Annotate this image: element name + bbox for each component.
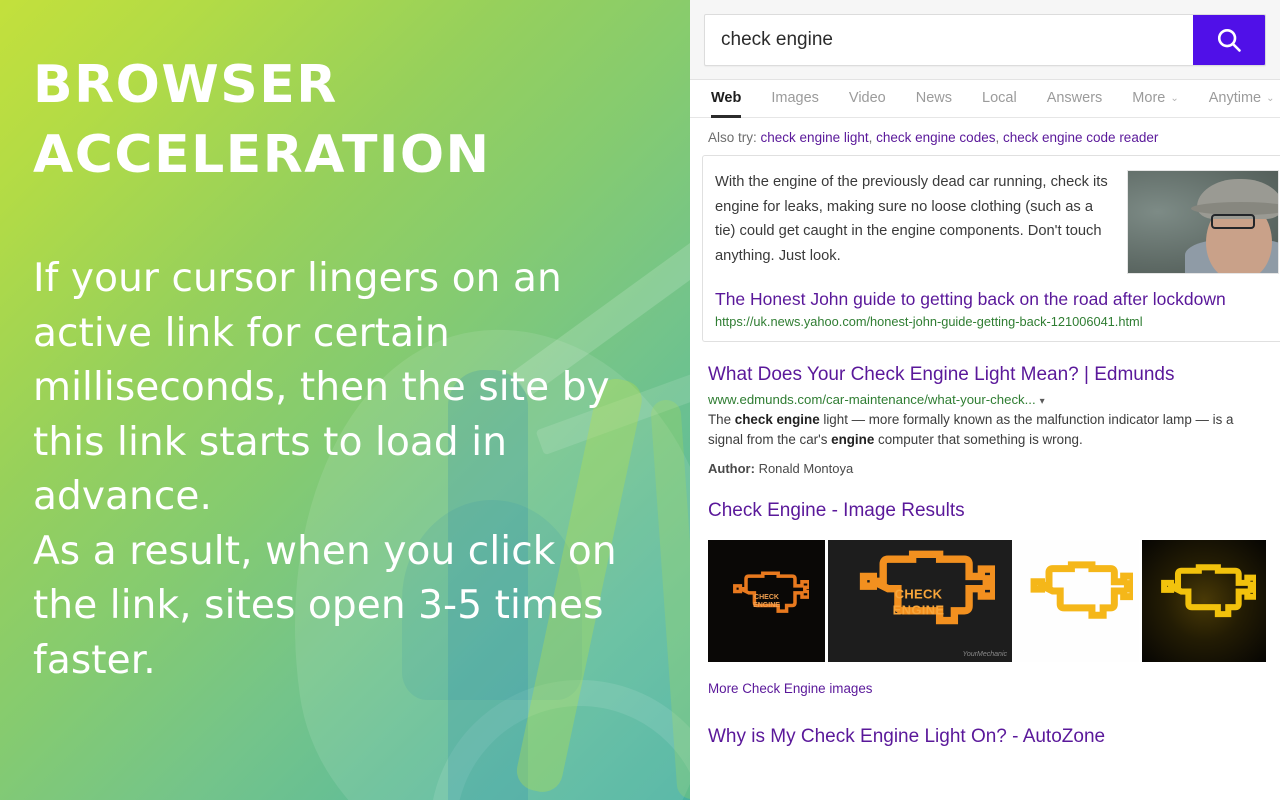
app-screen: Browser Acceleration If your cursor ling… — [0, 0, 1280, 800]
also-try-link-2[interactable]: check engine codes — [876, 130, 995, 145]
search-header — [690, 0, 1280, 80]
desc-seg-4-bold: engine — [831, 432, 875, 447]
answer-snippet-text: With the engine of the previously dead c… — [715, 174, 1108, 264]
decorative-arc-shape — [430, 680, 690, 800]
thumb-caption: CHECK ENGINE — [753, 593, 780, 610]
promo-title: Browser Acceleration — [33, 55, 491, 185]
result-url[interactable]: www.edmunds.com/car-maintenance/what-you… — [708, 392, 1264, 407]
also-try-link-1[interactable]: check engine light — [761, 130, 869, 145]
comma-separator: , — [868, 130, 877, 145]
also-try-row: Also try: check engine light, check engi… — [690, 118, 1280, 155]
also-try-label: Also try: — [708, 130, 757, 145]
result-description: The check engine light — more formally k… — [708, 410, 1264, 450]
comma-separator: , — [995, 130, 1003, 145]
web-result-edmunds: What Does Your Check Engine Light Mean? … — [690, 342, 1280, 476]
result-type-tabs[interactable]: Web Images Video News Local Answers More… — [690, 80, 1280, 118]
tab-images-label: Images — [771, 90, 819, 106]
thumb-caption: CHECK ENGINE — [892, 586, 945, 618]
result-title[interactable]: Why is My Check Engine Light On? - AutoZ… — [708, 724, 1264, 750]
check-engine-icon: CHECK ENGINE — [845, 545, 998, 658]
search-input[interactable] — [705, 15, 1193, 65]
tab-web-label: Web — [711, 90, 742, 106]
answer-result-title[interactable]: The Honest John guide to getting back on… — [715, 287, 1280, 311]
thumb-watermark: YourMechanic — [962, 651, 1007, 658]
check-engine-icon — [1021, 557, 1137, 646]
search-results-panel: Web Images Video News Local Answers More… — [690, 0, 1280, 800]
result-url-text: www.edmunds.com/car-maintenance/what-you… — [708, 392, 1036, 407]
chevron-down-icon: ⌄ — [1170, 93, 1179, 104]
author-label: Author: — [708, 461, 755, 476]
also-try-link-3[interactable]: check engine code reader — [1003, 130, 1158, 145]
image-thumb-2[interactable]: CHECK ENGINE YourMechanic — [828, 540, 1012, 662]
desc-seg-2-bold: check engine — [734, 412, 820, 427]
results-list: Also try: check engine light, check engi… — [690, 118, 1280, 800]
tab-more[interactable]: More ⌄ — [1117, 80, 1193, 117]
result-author-meta: Author: Ronald Montoya — [708, 461, 1264, 476]
tab-more-label: More — [1132, 90, 1166, 106]
check-engine-icon — [1152, 560, 1260, 643]
thumbnail-glasses — [1210, 213, 1255, 229]
image-thumbnail-row: CHECK ENGINE CHECK ENGINE YourMechanic — [708, 540, 1266, 662]
image-results-title[interactable]: Check Engine - Image Results — [708, 500, 1264, 522]
result-title[interactable]: What Does Your Check Engine Light Mean? … — [708, 362, 1264, 388]
answer-card: With the engine of the previously dead c… — [702, 155, 1280, 342]
answer-thumbnail-image[interactable] — [1127, 170, 1279, 274]
promo-content: Browser Acceleration If your cursor ling… — [0, 0, 690, 688]
tab-anytime[interactable]: Anytime ⌄ — [1194, 80, 1280, 117]
image-results-block: Check Engine - Image Results CHECK ENGIN… — [690, 476, 1280, 662]
tab-video-label: Video — [848, 90, 886, 106]
image-thumb-3[interactable] — [1015, 540, 1139, 662]
promo-panel: Browser Acceleration If your cursor ling… — [0, 0, 690, 800]
tab-news[interactable]: News — [901, 80, 967, 117]
tab-local[interactable]: Local — [967, 80, 1032, 117]
desc-seg-1: The — [708, 412, 735, 427]
tab-answers[interactable]: Answers — [1032, 80, 1118, 117]
tab-local-label: Local — [982, 90, 1017, 106]
tab-anytime-label: Anytime — [1208, 90, 1262, 106]
tab-news-label: News — [915, 90, 953, 106]
more-images-link[interactable]: More Check Engine images — [708, 681, 1280, 696]
search-icon — [1214, 25, 1244, 55]
answer-card-top: With the engine of the previously dead c… — [715, 170, 1280, 274]
promo-body-text: If your cursor lingers on an active link… — [33, 256, 617, 683]
tab-video[interactable]: Video — [834, 80, 901, 117]
image-thumb-1[interactable]: CHECK ENGINE — [708, 540, 825, 662]
tab-web[interactable]: Web — [702, 80, 756, 118]
author-name: Ronald Montoya — [758, 461, 854, 476]
web-result-autozone: Why is My Check Engine Light On? - AutoZ… — [690, 696, 1280, 750]
thumbnail-hat-brim — [1191, 201, 1278, 215]
image-thumb-4[interactable] — [1142, 540, 1266, 662]
answer-result-url: https://uk.news.yahoo.com/honest-john-gu… — [715, 314, 1143, 329]
chevron-down-icon[interactable]: ▾ — [1040, 396, 1045, 407]
chevron-down-icon: ⌄ — [1266, 93, 1275, 104]
check-engine-icon: CHECK ENGINE — [725, 568, 811, 635]
tab-images[interactable]: Images — [756, 80, 834, 117]
search-bar[interactable] — [704, 14, 1266, 66]
desc-seg-5: computer that something is wrong. — [874, 432, 1083, 447]
search-button[interactable] — [1193, 15, 1265, 65]
tab-answers-label: Answers — [1046, 90, 1103, 106]
